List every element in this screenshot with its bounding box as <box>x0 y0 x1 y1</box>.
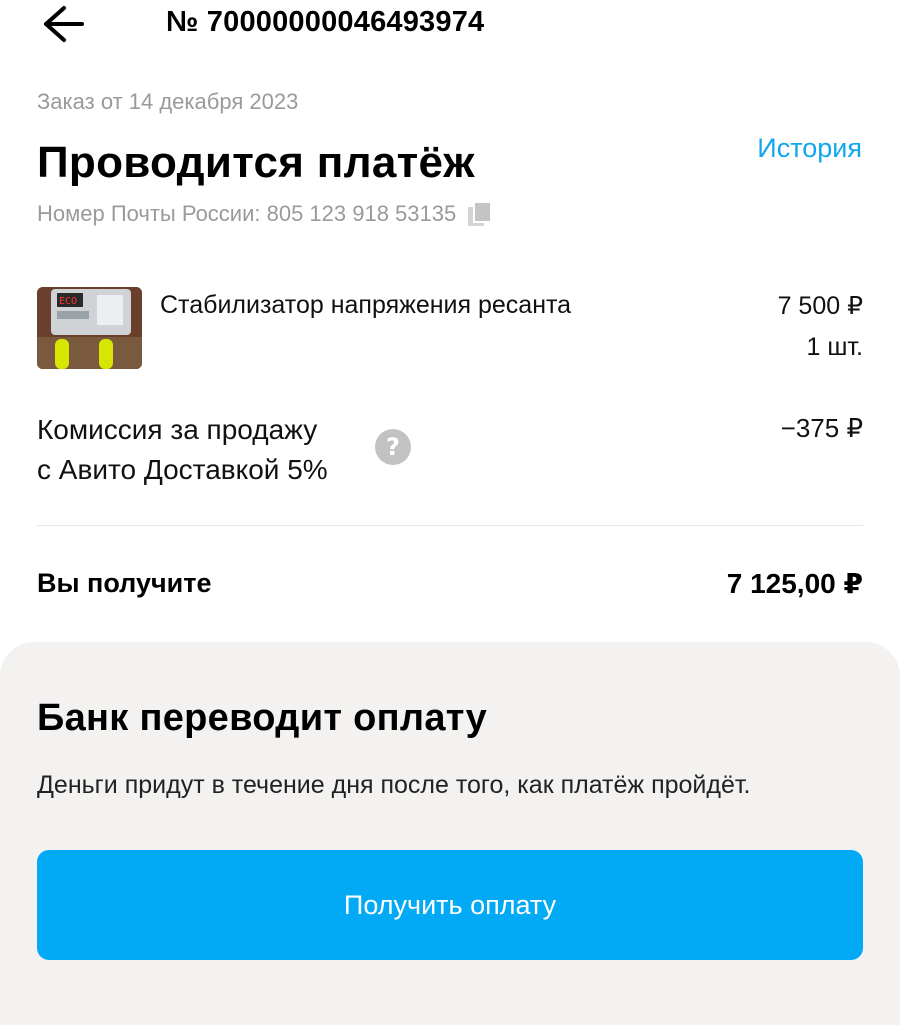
commission-label-line2: с Авито Доставкой 5% <box>37 454 328 485</box>
commission-amount: −375 ₽ <box>780 413 863 443</box>
question-circle-icon[interactable]: ? <box>374 428 412 466</box>
order-detail-page: № 70000000046493974 Заказ от 14 декабря … <box>0 0 900 1025</box>
tracking-number: Номер Почты России: 805 123 918 53135 <box>37 201 457 226</box>
bank-card-title: Банк переводит оплату <box>37 697 488 739</box>
bank-card-description: Деньги придут в течение дня после того, … <box>37 771 751 799</box>
product-title[interactable]: Стабилизатор напряжения ресанта <box>160 291 571 320</box>
bank-transfer-card: Банк переводит оплату Деньги придут в те… <box>0 642 900 1025</box>
order-date: Заказ от 14 декабря 2023 <box>37 89 299 114</box>
svg-text:?: ? <box>386 433 400 461</box>
product-price: 7 500 ₽ <box>777 292 863 320</box>
history-link[interactable]: История <box>757 133 862 164</box>
svg-text:ECO: ECO <box>59 296 77 307</box>
back-arrow-icon[interactable] <box>40 4 84 44</box>
divider <box>37 525 863 526</box>
page-title: Проводится платёж <box>37 138 475 187</box>
tracking-number-row: Номер Почты России: 805 123 918 53135 <box>37 200 494 228</box>
product-image[interactable]: ECO <box>37 287 142 369</box>
get-payment-button[interactable]: Получить оплату <box>37 850 863 960</box>
payout-amount: 7 125,00 ₽ <box>726 568 863 599</box>
copy-icon[interactable] <box>466 200 494 228</box>
commission-label: Комиссия за продажу с Авито Доставкой 5% <box>37 410 328 490</box>
commission-label-line1: Комиссия за продажу <box>37 414 318 445</box>
order-number: № 70000000046493974 <box>166 6 485 38</box>
payout-label: Вы получите <box>37 568 212 598</box>
product-quantity: 1 шт. <box>806 333 863 361</box>
